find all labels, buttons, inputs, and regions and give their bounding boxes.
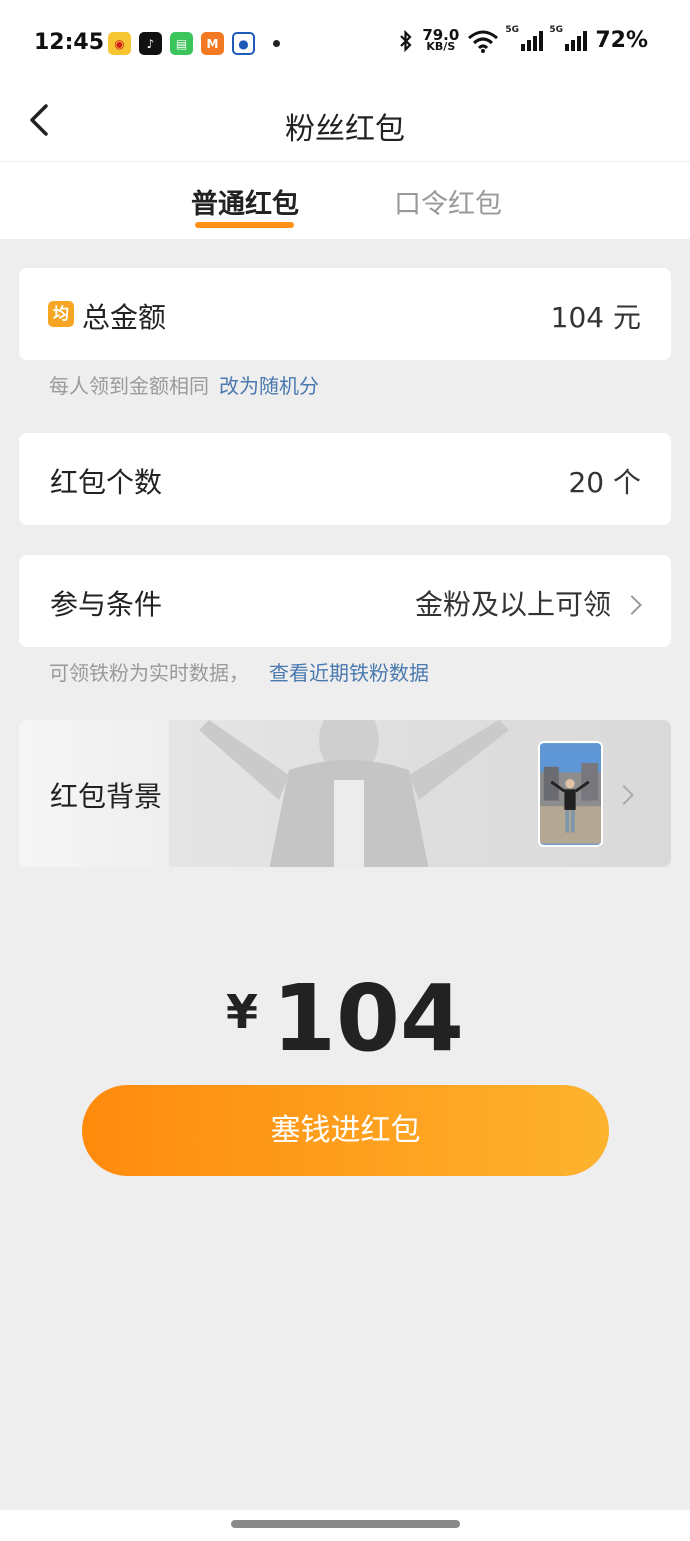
home-indicator[interactable] <box>231 1520 460 1528</box>
even-split-badge: 均 <box>48 301 74 327</box>
green-app-icon: ▤ <box>170 32 193 55</box>
total-amount-value[interactable]: 104 元 <box>551 296 641 336</box>
tab-active-indicator <box>195 222 294 228</box>
condition-label: 参与条件 <box>50 588 163 621</box>
signal-icon-2: 5G <box>549 25 588 51</box>
wifi-icon <box>468 30 499 53</box>
status-bar: 12:45 ◉ ♪ ▤ M ● 79.0 KB/S 5G 5G 72% <box>0 0 690 90</box>
condition-hint: 可领铁粉为实时数据， 查看近期铁粉数据 <box>49 657 429 686</box>
total-amount-label: 总金额 <box>82 301 167 334</box>
network-speed: 79.0 KB/S <box>422 25 460 53</box>
orange-app-icon: M <box>201 32 224 55</box>
signal-icon: 5G <box>505 25 544 51</box>
battery-level: 72% <box>595 28 648 53</box>
tab-password-red-packet[interactable]: 口令红包 <box>394 182 502 221</box>
background-thumbnail[interactable] <box>538 741 603 847</box>
packet-count-row[interactable]: 红包个数 20 个 <box>19 433 671 525</box>
chevron-right-icon <box>614 785 634 805</box>
bluetooth-icon <box>400 29 412 52</box>
currency-symbol: ¥ <box>225 985 258 1039</box>
condition-row[interactable]: 参与条件 金粉及以上可领 <box>19 555 671 647</box>
amount-summary: ¥104 <box>0 965 690 1072</box>
gesture-bar <box>0 1510 690 1541</box>
condition-hint-text: 可领铁粉为实时数据， <box>49 661 249 685</box>
packet-count-label: 红包个数 <box>50 466 163 499</box>
view-fans-data-link[interactable]: 查看近期铁粉数据 <box>269 661 429 685</box>
status-indicators: 79.0 KB/S 5G 5G 72% <box>398 25 648 53</box>
chevron-right-icon <box>622 595 642 615</box>
submit-money-button[interactable]: 塞钱进红包 <box>82 1085 609 1176</box>
tiktok-icon: ♪ <box>139 32 162 55</box>
total-amount-row[interactable]: 均 总金额 104 元 <box>19 268 671 360</box>
amount-hint-text: 每人领到金额相同 <box>49 374 209 398</box>
more-notifications-dot <box>273 40 280 47</box>
nav-bar: 粉丝红包 <box>0 90 690 162</box>
switch-random-link[interactable]: 改为随机分 <box>219 374 319 398</box>
background-row[interactable]: 红包背景 <box>19 720 671 867</box>
condition-value-wrap: 金粉及以上可领 <box>414 583 642 623</box>
background-label: 红包背景 <box>50 780 163 813</box>
page-title: 粉丝红包 <box>285 112 405 147</box>
weibo-icon: ◉ <box>108 32 131 55</box>
amount-value: 104 <box>271 965 465 1072</box>
condition-value: 金粉及以上可领 <box>414 588 611 621</box>
background-preview-image <box>169 720 529 867</box>
tab-normal-red-packet[interactable]: 普通红包 <box>191 182 299 221</box>
amount-hint: 每人领到金额相同 改为随机分 <box>49 370 319 399</box>
notification-icons: ◉ ♪ ▤ M ● <box>108 32 280 55</box>
tab-bar: 普通红包 口令红包 <box>0 162 690 239</box>
packet-count-value[interactable]: 20 个 <box>568 461 641 501</box>
blue-app-icon: ● <box>232 32 255 55</box>
status-time: 12:45 <box>34 30 105 55</box>
